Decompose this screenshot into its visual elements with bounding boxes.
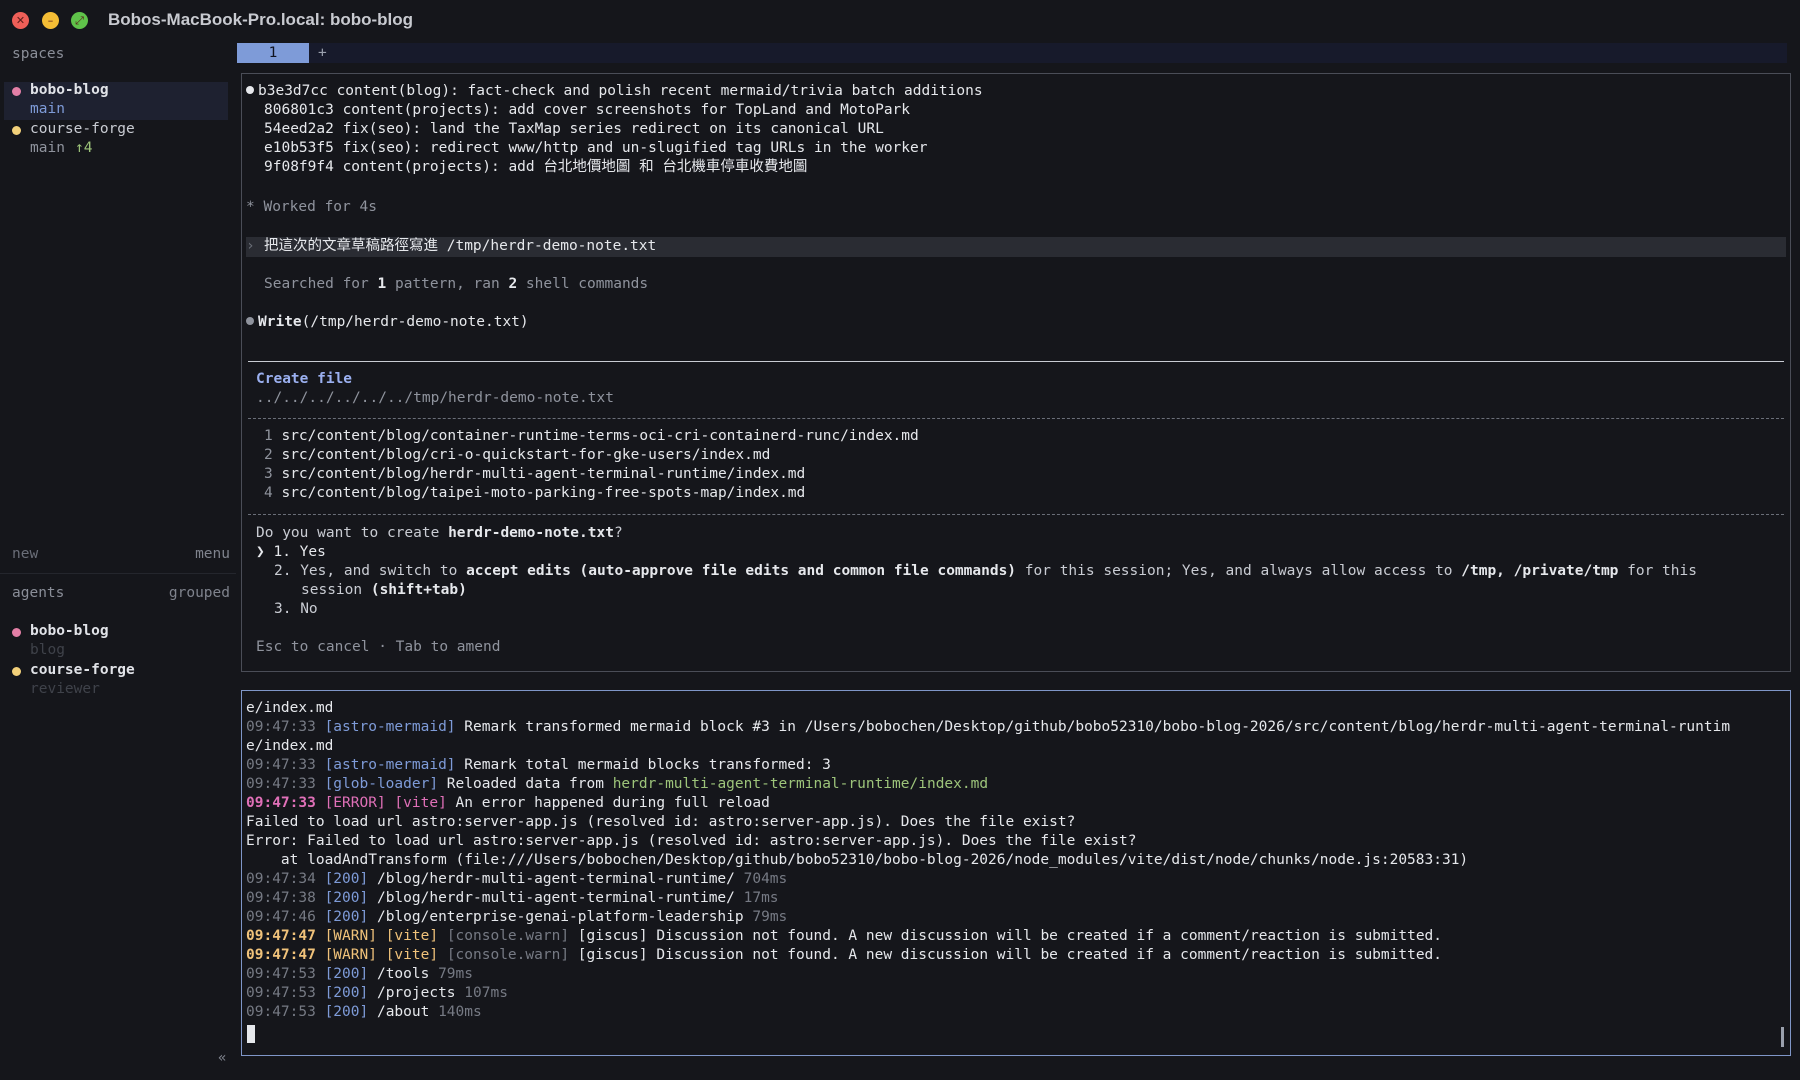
dev-server-log-pane[interactable]: e/index.md 09:47:33 [astro-mermaid] Rema…	[241, 690, 1791, 1056]
create-question: Do you want to create herdr-demo-note.tx…	[256, 525, 623, 541]
log-line-request: 09:47:38 [200] /blog/herdr-multi-agent-t…	[246, 890, 779, 906]
key-hint: Esc to cancel · Tab to amend	[256, 639, 501, 655]
divider	[248, 418, 1784, 419]
agent-role: blog	[30, 642, 65, 658]
minimize-button[interactable]: –	[42, 12, 59, 29]
space-status-dot	[12, 87, 21, 96]
space-branch: main	[30, 101, 65, 117]
new-button[interactable]: new	[12, 546, 38, 562]
option-no[interactable]: 3. No	[274, 600, 318, 619]
divider	[248, 361, 1784, 362]
agent-name: course-forge	[30, 662, 135, 678]
option-yes[interactable]: ❯ 1. Yes	[256, 543, 326, 562]
log-line-request: 09:47:53 [200] /projects 107ms	[246, 985, 508, 1001]
commit-line: b3e3d7cc content(blog): fact-check and p…	[246, 82, 983, 101]
log-line-request: 09:47:46 [200] /blog/enterprise-genai-pl…	[246, 909, 788, 925]
zoom-icon: ⤢	[75, 14, 84, 27]
commit-line: 54eed2a2 fix(seo): land the TaxMap serie…	[264, 121, 884, 137]
space-branch: main	[30, 140, 65, 156]
zoom-button[interactable]: ⤢	[71, 12, 88, 29]
log-line-request: 09:47:34 [200] /blog/herdr-multi-agent-t…	[246, 871, 788, 887]
prompt-glyph: ›	[246, 238, 255, 254]
log-line-warn: 09:47:47 [WARN] [vite] [console.warn] [g…	[246, 928, 1443, 944]
close-icon: ✕	[15, 14, 26, 27]
sidebar-divider	[0, 573, 236, 574]
log-line: 09:47:33 [astro-mermaid] Remark total me…	[246, 757, 831, 773]
add-tab-button[interactable]: +	[318, 43, 327, 63]
commit-line: 806801c3 content(projects): add cover sc…	[264, 102, 911, 118]
agent-name: bobo-blog	[30, 623, 109, 639]
log-line: at loadAndTransform (file:///Users/boboc…	[246, 852, 1469, 868]
space-name: bobo-blog	[30, 82, 109, 98]
bullet-icon	[246, 86, 254, 94]
tab-1[interactable]: 1	[237, 43, 309, 63]
commit-line: 9f08f9f4 content(projects): add 台北地價地圖 和…	[264, 159, 808, 175]
collapse-sidebar-icon[interactable]: «	[218, 1050, 226, 1066]
window-title: Bobos-MacBook-Pro.local: bobo-blog	[108, 10, 414, 29]
log-line: 09:47:33 [astro-mermaid] Remark transfor…	[246, 719, 1731, 735]
option-yes-accept-edits-cont[interactable]: session (shift+tab)	[301, 581, 467, 600]
file-content-line: 2 src/content/blog/cri-o-quickstart-for-…	[264, 447, 771, 463]
tab-bar	[237, 43, 1787, 63]
terminal-cursor	[247, 1025, 255, 1043]
create-file-path: ../../../../../../tmp/herdr-demo-note.tx…	[256, 390, 614, 406]
menu-button[interactable]: menu	[195, 546, 230, 562]
file-content-line: 3 src/content/blog/herdr-multi-agent-ter…	[264, 466, 806, 482]
log-line: Failed to load url astro:server-app.js (…	[246, 814, 1076, 830]
worked-status: * Worked for 4s	[246, 199, 377, 215]
option-yes-accept-edits[interactable]: 2. Yes, and switch to accept edits (auto…	[274, 562, 1697, 581]
space-ahead-count: ↑4	[75, 140, 93, 156]
space-status-dot	[12, 126, 21, 135]
log-line-error: 09:47:33 [ERROR] [vite] An error happene…	[246, 795, 770, 811]
log-line: e/index.md	[246, 738, 334, 754]
sidebar: spaces bobo-blog main course-forge main …	[0, 40, 236, 1080]
spaces-heading: spaces	[12, 46, 65, 62]
title-bar: ✕ – ⤢ Bobos-MacBook-Pro.local: bobo-blog	[0, 0, 1800, 40]
create-file-title: Create file	[256, 371, 353, 387]
write-tool-call: Write(/tmp/herdr-demo-note.txt)	[246, 313, 529, 332]
log-line: Error: Failed to load url astro:server-a…	[246, 833, 1137, 849]
grouped-toggle[interactable]: grouped	[169, 585, 230, 601]
agent-status-dot	[12, 628, 21, 637]
file-content-line: 1 src/content/blog/container-runtime-ter…	[264, 428, 919, 444]
log-line-request: 09:47:53 [200] /tools 79ms	[246, 966, 473, 982]
agent-status-dot	[12, 667, 21, 676]
search-summary: Searched for 1 pattern, ran 2 shell comm…	[264, 276, 649, 292]
log-line: e/index.md	[246, 700, 334, 716]
space-name: course-forge	[30, 121, 135, 137]
log-line-warn: 09:47:47 [WARN] [vite] [console.warn] [g…	[246, 947, 1443, 963]
commit-line: e10b53f5 fix(seo): redirect www/http and…	[264, 140, 928, 156]
user-prompt: 把這次的文章草稿路徑寫進 /tmp/herdr-demo-note.txt	[264, 238, 657, 254]
scrollbar[interactable]	[1781, 1027, 1784, 1047]
divider	[248, 514, 1784, 515]
log-line-request: 09:47:53 [200] /about 140ms	[246, 1004, 482, 1020]
log-line: 09:47:33 [glob-loader] Reloaded data fro…	[246, 776, 989, 792]
minimize-icon: –	[47, 14, 54, 27]
agent-role: reviewer	[30, 681, 100, 697]
agent-pane[interactable]: b3e3d7cc content(blog): fact-check and p…	[241, 73, 1791, 672]
bullet-icon	[246, 317, 254, 325]
terminal-window: ✕ – ⤢ Bobos-MacBook-Pro.local: bobo-blog…	[0, 0, 1800, 1080]
agents-heading: agents	[12, 585, 65, 601]
close-button[interactable]: ✕	[12, 12, 29, 29]
file-content-line: 4 src/content/blog/taipei-moto-parking-f…	[264, 485, 806, 501]
